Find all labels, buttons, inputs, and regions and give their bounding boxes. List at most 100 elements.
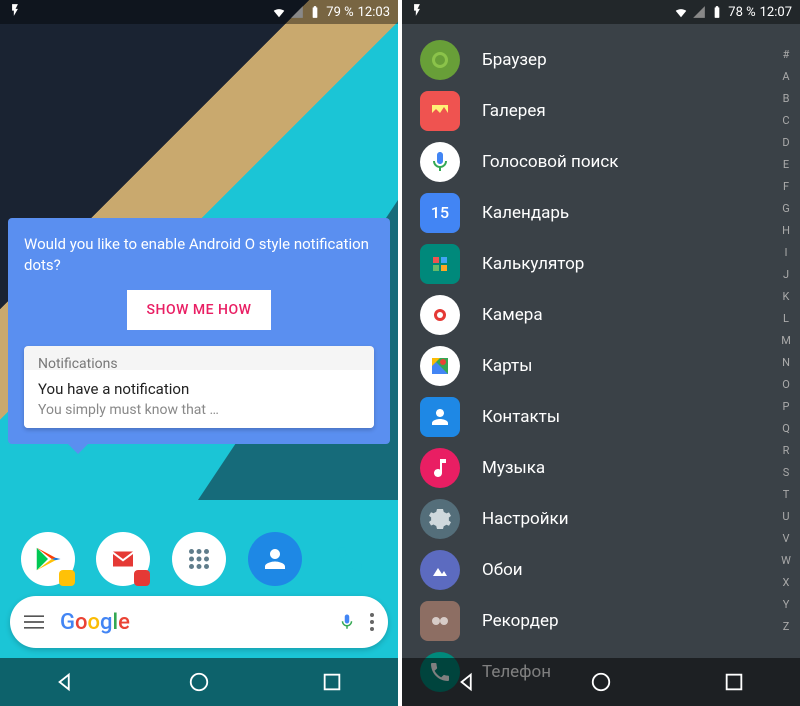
index-letter[interactable]: H <box>778 220 794 242</box>
index-letter[interactable]: J <box>778 264 794 286</box>
index-letter[interactable]: F <box>778 176 794 198</box>
index-letter[interactable]: T <box>778 484 794 506</box>
clock: 12:07 <box>760 5 792 20</box>
dock <box>0 532 398 586</box>
app-label: Браузер <box>482 50 547 70</box>
phone-icon[interactable] <box>323 532 377 586</box>
index-letter[interactable]: E <box>778 154 794 176</box>
alpha-index[interactable]: #ABCDEFGHIJKLMNOPQRSTUVWXYZ <box>778 44 794 638</box>
show-me-how-button[interactable]: SHOW ME HOW <box>127 290 272 330</box>
badge-icon <box>134 570 150 586</box>
app-row-voice[interactable]: Голосовой поиск <box>420 136 800 187</box>
recents-button[interactable] <box>321 671 343 693</box>
app-row-camera[interactable]: Камера <box>420 289 800 340</box>
card-subtext: You simply must know that … <box>38 402 360 418</box>
app-label: Музыка <box>482 458 545 478</box>
app-row-recorder[interactable]: Рекордер <box>420 595 800 646</box>
back-button[interactable] <box>55 671 77 693</box>
app-drawer-button[interactable] <box>172 532 226 586</box>
app-label: Контакты <box>482 407 560 427</box>
status-bar: 79 % 12:03 <box>0 0 398 24</box>
battery-pct: 79 % <box>326 5 353 20</box>
index-letter[interactable]: Q <box>778 418 794 440</box>
status-bar: 78 % 12:07 <box>402 0 800 24</box>
index-letter[interactable]: U <box>778 506 794 528</box>
app-row-wallpaper[interactable]: Обои <box>420 544 800 595</box>
index-letter[interactable]: S <box>778 462 794 484</box>
index-letter[interactable]: W <box>778 550 794 572</box>
index-letter[interactable]: N <box>778 352 794 374</box>
camera-icon <box>420 295 460 335</box>
index-letter[interactable]: L <box>778 308 794 330</box>
signal-icon <box>692 5 706 19</box>
index-letter[interactable]: K <box>778 286 794 308</box>
index-letter[interactable]: M <box>778 330 794 352</box>
app-row-contacts[interactable]: Контакты <box>420 391 800 442</box>
notification-dots-popup: Would you like to enable Android O style… <box>8 218 390 444</box>
app-row-music[interactable]: Музыка <box>420 442 800 493</box>
recents-button[interactable] <box>723 671 745 693</box>
wifi-icon <box>674 5 688 19</box>
index-letter[interactable]: I <box>778 242 794 264</box>
overflow-menu-icon[interactable] <box>370 613 374 631</box>
gallery-icon <box>420 91 460 131</box>
index-letter[interactable]: P <box>778 396 794 418</box>
app-row-gallery[interactable]: Галерея <box>420 85 800 136</box>
app-label: Голосовой поиск <box>482 152 618 172</box>
app-label: Рекордер <box>482 611 559 631</box>
settings-icon <box>420 499 460 539</box>
wallpaper-icon <box>420 550 460 590</box>
index-letter[interactable]: Z <box>778 616 794 638</box>
index-letter[interactable]: # <box>778 44 794 66</box>
battery-pct: 78 % <box>728 5 755 20</box>
app-label: Календарь <box>482 203 569 223</box>
calc-icon <box>420 244 460 284</box>
home-button[interactable] <box>188 671 210 693</box>
gmail-icon[interactable] <box>96 532 150 586</box>
index-letter[interactable]: V <box>778 528 794 550</box>
nav-bar <box>0 658 398 706</box>
app-row-settings[interactable]: Настройки <box>420 493 800 544</box>
app-label: Камера <box>482 305 543 325</box>
app-label: Калькулятор <box>482 254 584 274</box>
index-letter[interactable]: X <box>778 572 794 594</box>
notification-preview-card: Notifications You have a notification Yo… <box>24 346 374 428</box>
index-letter[interactable]: O <box>778 374 794 396</box>
app-row-calendar[interactable]: 15Календарь <box>420 187 800 238</box>
mic-icon[interactable] <box>338 611 356 633</box>
music-icon <box>420 448 460 488</box>
app-row-globe[interactable]: Браузер <box>420 34 800 85</box>
index-letter[interactable]: B <box>778 88 794 110</box>
hamburger-icon[interactable] <box>24 614 44 630</box>
index-letter[interactable]: Y <box>778 594 794 616</box>
nav-bar <box>402 658 800 706</box>
home-button[interactable] <box>590 671 612 693</box>
app-drawer[interactable]: Браузер Галерея Голосовой поиск 15Календарь… <box>402 0 800 706</box>
card-message: You have a notification <box>38 380 360 398</box>
wifi-icon <box>272 5 286 19</box>
app-label: Галерея <box>482 101 546 121</box>
phone-app-drawer: Браузер Галерея Голосовой поиск 15Календарь… <box>402 0 800 706</box>
index-letter[interactable]: C <box>778 110 794 132</box>
popup-prompt: Would you like to enable Android O style… <box>24 234 374 276</box>
phone-home-screen: 79 % 12:03 Would you like to enable Andr… <box>0 0 398 706</box>
index-letter[interactable]: G <box>778 198 794 220</box>
app-row-calc[interactable]: Калькулятор <box>420 238 800 289</box>
back-button[interactable] <box>457 671 479 693</box>
battery-icon <box>710 5 724 19</box>
app-label: Настройки <box>482 509 569 529</box>
app-row-maps[interactable]: Карты <box>420 340 800 391</box>
bolt-icon <box>410 3 424 17</box>
recorder-icon <box>420 601 460 641</box>
google-search-bar[interactable]: Google <box>10 596 388 648</box>
clock: 12:03 <box>358 5 390 20</box>
play-store-icon[interactable] <box>21 532 75 586</box>
app-list[interactable]: Браузер Галерея Голосовой поиск 15Календарь… <box>402 24 800 697</box>
bolt-icon <box>8 3 22 17</box>
badge-icon <box>59 570 75 586</box>
index-letter[interactable]: D <box>778 132 794 154</box>
maps-icon <box>420 346 460 386</box>
contacts-icon[interactable] <box>248 532 302 586</box>
index-letter[interactable]: A <box>778 66 794 88</box>
index-letter[interactable]: R <box>778 440 794 462</box>
